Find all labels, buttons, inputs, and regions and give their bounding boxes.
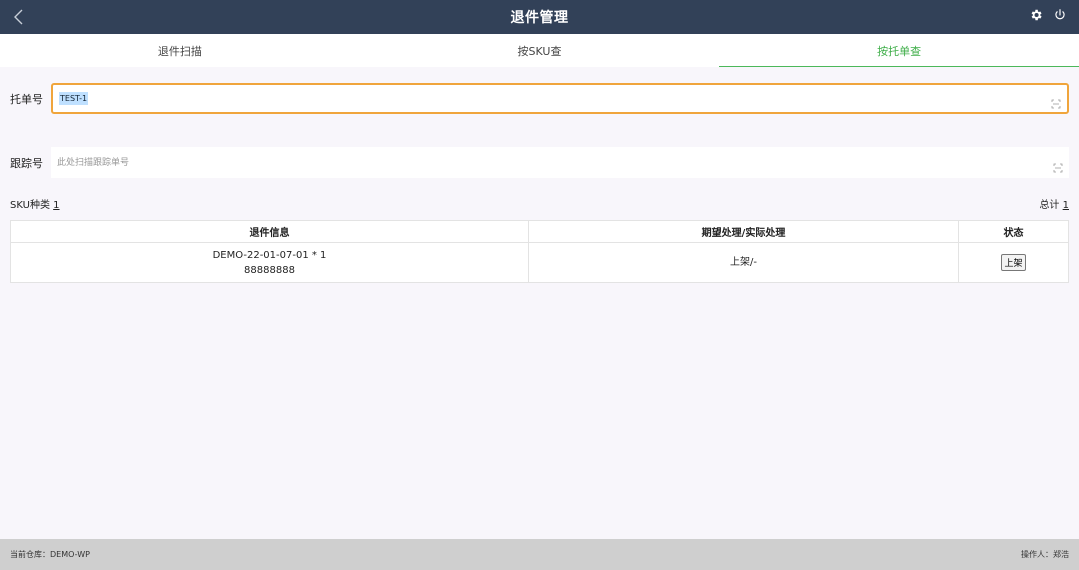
app: 退件管理 退件扫描 按SKU查 按托单查 托单号 TEST-1 跟踪号 此处扫描… — [0, 0, 1079, 570]
total-label: 总计 — [1039, 200, 1060, 211]
header-bar: 退件管理 — [0, 0, 1079, 34]
tab-by-pallet[interactable]: 按托单查 — [719, 34, 1079, 67]
status-cell: 上架 — [958, 242, 1069, 283]
power-icon[interactable] — [1053, 8, 1069, 24]
total-summary: 总计 1 — [1039, 196, 1069, 211]
page-title: 退件管理 — [510, 10, 569, 26]
tab-by-sku[interactable]: 按SKU查 — [360, 34, 720, 67]
gear-icon[interactable] — [1029, 8, 1045, 24]
pallet-label: 托单号 — [10, 92, 43, 106]
handling-cell: 上架/- — [528, 242, 959, 283]
tracking-field — [51, 147, 1069, 178]
current-warehouse: 当前仓库：DEMO-WP — [10, 550, 90, 559]
sku-summary: SKU种类 1 — [10, 196, 60, 211]
return-info-cell: DEMO-22-01-07-01 * 1 88888888 — [10, 242, 529, 283]
table-row: DEMO-22-01-07-01 * 1 88888888 上架/- 上架 — [10, 242, 1069, 283]
back-button[interactable] — [8, 6, 30, 28]
operator: 操作人：郑浩 — [1021, 550, 1069, 559]
tab-bar: 退件扫描 按SKU查 按托单查 — [0, 34, 1079, 67]
tracking-input[interactable] — [57, 147, 1069, 178]
column-header-handling: 期望处理/实际处理 — [528, 220, 959, 243]
sku-type-label: SKU种类 — [10, 200, 50, 211]
column-header-return-info: 退件信息 — [10, 220, 529, 243]
sku-type-count: 1 — [53, 200, 60, 211]
returns-table: 退件信息 期望处理/实际处理 状态 DEMO-22-01-07-01 * 1 8… — [10, 220, 1069, 283]
shelve-button[interactable]: 上架 — [1001, 254, 1026, 271]
scan-icon[interactable] — [1051, 94, 1061, 108]
status-footer: 当前仓库：DEMO-WP 操作人：郑浩 — [0, 539, 1079, 570]
total-count: 1 — [1062, 200, 1069, 211]
chevron-left-icon — [13, 9, 25, 25]
table-header-row: 退件信息 期望处理/实际处理 状态 — [10, 220, 1069, 243]
header-actions — [1029, 8, 1069, 24]
tracking-label: 跟踪号 — [10, 156, 43, 170]
pallet-row: 托单号 TEST-1 — [0, 83, 1079, 114]
tracking-row: 跟踪号 — [0, 147, 1079, 178]
pallet-input-value[interactable]: TEST-1 — [59, 92, 89, 105]
tab-return-scan[interactable]: 退件扫描 — [0, 34, 360, 67]
scan-icon[interactable] — [1053, 158, 1063, 172]
pallet-input[interactable]: TEST-1 — [51, 83, 1069, 114]
column-header-status: 状态 — [958, 220, 1069, 243]
return-info-number: 88888888 — [244, 264, 295, 276]
return-info-sku: DEMO-22-01-07-01 * 1 — [212, 249, 327, 261]
